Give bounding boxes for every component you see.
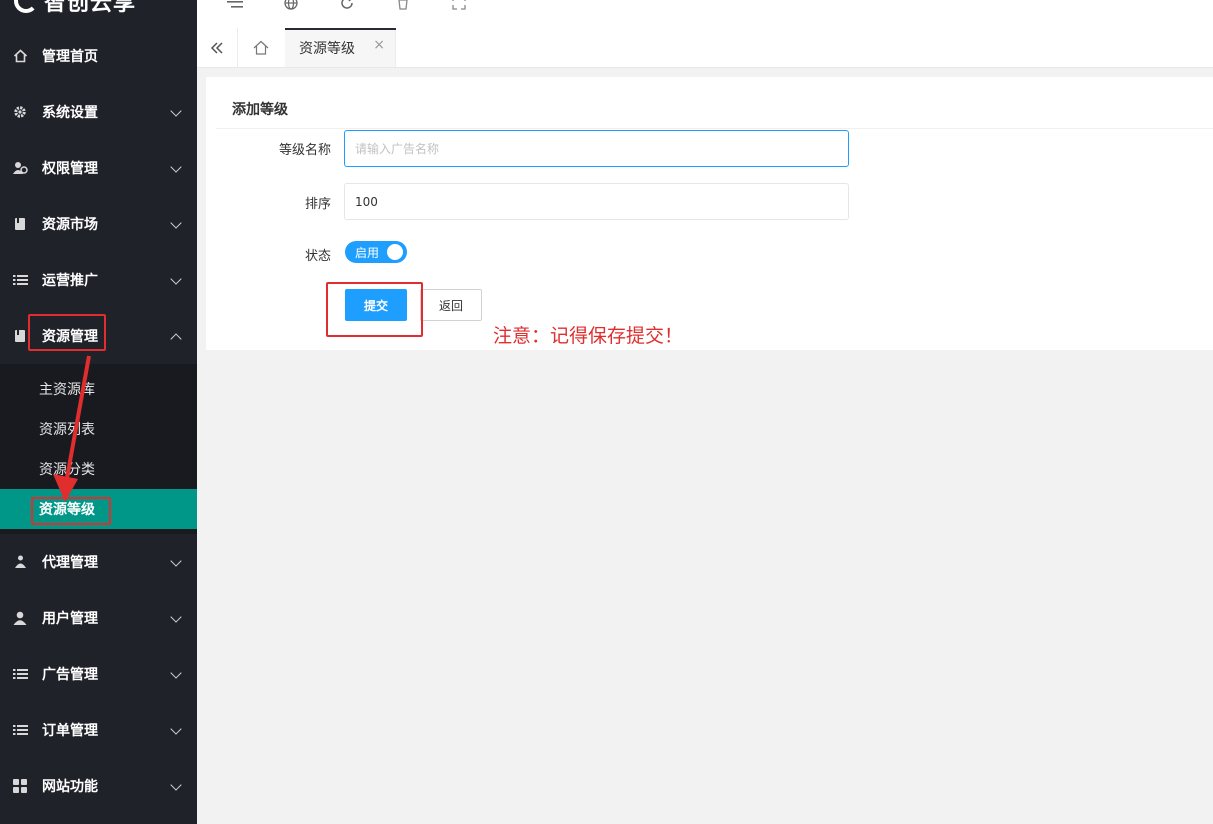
list-icon — [12, 666, 28, 682]
list-icon — [12, 272, 28, 288]
back-button[interactable]: 返回 — [420, 289, 482, 321]
double-chevron-left-icon — [210, 41, 223, 54]
tab-resource-level[interactable]: 资源等级 × — [285, 28, 396, 67]
chevron-down-icon — [171, 781, 181, 791]
home-icon — [253, 40, 269, 55]
tab-bar: 资源等级 × — [197, 28, 1213, 68]
sidebar-item-site-features[interactable]: 网站功能 — [0, 758, 197, 814]
sidebar-item-system-settings[interactable]: 系统设置 — [0, 84, 197, 140]
logo-icon — [14, 0, 38, 13]
logo[interactable]: 智创云享 — [14, 0, 136, 16]
annotation-box-resource-management — [28, 314, 106, 351]
user-icon — [12, 610, 28, 626]
annotation-box-submit — [326, 282, 423, 337]
sidebar-item-ads[interactable]: 广告管理 — [0, 646, 197, 702]
sidebar-item-label: 系统设置 — [42, 105, 98, 121]
card-title: 添加等级 — [232, 102, 288, 118]
sidebar-item-label: 权限管理 — [42, 161, 98, 177]
trash-icon[interactable] — [395, 0, 411, 10]
sidebar-item-label: 订单管理 — [42, 723, 98, 739]
home-tab[interactable] — [237, 28, 286, 67]
sidebar-item-agents[interactable]: 代理管理 — [0, 534, 197, 590]
chevron-down-icon — [171, 219, 181, 229]
sidebar-item-resource-market[interactable]: 资源市场 — [0, 196, 197, 252]
chevron-down-icon — [171, 557, 181, 567]
level-name-label: 等级名称 — [278, 143, 331, 158]
book-icon — [12, 328, 28, 344]
status-toggle[interactable]: 启用 — [345, 241, 407, 263]
annotation-arrow — [53, 355, 91, 502]
level-name-input[interactable] — [344, 130, 849, 167]
chevron-down-icon — [171, 613, 181, 623]
sidebar-item-label: 用户管理 — [42, 611, 98, 627]
sidebar-item-label: 广告管理 — [42, 667, 98, 683]
chevron-down-icon — [171, 669, 181, 679]
sidebar-item-label: 资源市场 — [42, 217, 98, 233]
gear-icon — [12, 104, 28, 120]
sidebar-item-operations[interactable]: 运营推广 — [0, 252, 197, 308]
tab-label: 资源等级 — [299, 40, 355, 57]
status-label: 状态 — [304, 249, 331, 264]
sidebar-item-label: 网站功能 — [42, 779, 98, 795]
grid-icon — [12, 778, 28, 794]
chevron-down-icon — [171, 275, 181, 285]
sidebar-item-users[interactable]: 用户管理 — [0, 590, 197, 646]
list-icon — [12, 722, 28, 738]
top-header — [197, 0, 1213, 29]
users-icon — [12, 160, 28, 176]
chevron-down-icon — [171, 107, 181, 117]
toggle-knob — [387, 244, 403, 260]
sidebar-item-label: 运营推广 — [42, 273, 98, 289]
home-icon — [12, 48, 28, 64]
chevron-up-icon — [171, 331, 181, 341]
org-icon — [12, 554, 28, 570]
book-icon — [12, 216, 28, 232]
logo-text: 智创云享 — [44, 0, 137, 16]
chevron-down-icon — [171, 725, 181, 735]
sidebar-item-permissions[interactable]: 权限管理 — [0, 140, 197, 196]
divider — [216, 128, 1213, 129]
sort-label: 排序 — [304, 197, 331, 212]
chevron-down-icon — [171, 163, 181, 173]
globe-icon[interactable] — [283, 0, 299, 10]
annotation-note: 注意：记得保存提交！ — [493, 325, 684, 347]
sort-input[interactable] — [344, 183, 849, 220]
collapse-tabs-button[interactable] — [197, 28, 238, 67]
sidebar-item-orders[interactable]: 订单管理 — [0, 702, 197, 758]
close-icon[interactable]: × — [373, 37, 385, 53]
fullscreen-icon[interactable] — [451, 0, 467, 10]
sidebar-item-label: 管理首页 — [42, 49, 98, 65]
sidebar-item-home[interactable]: 管理首页 — [0, 28, 197, 84]
sidebar-item-label: 代理管理 — [42, 555, 98, 571]
refresh-icon[interactable] — [339, 0, 355, 10]
menu-toggle-icon[interactable] — [227, 0, 243, 10]
status-toggle-text: 启用 — [355, 245, 380, 260]
